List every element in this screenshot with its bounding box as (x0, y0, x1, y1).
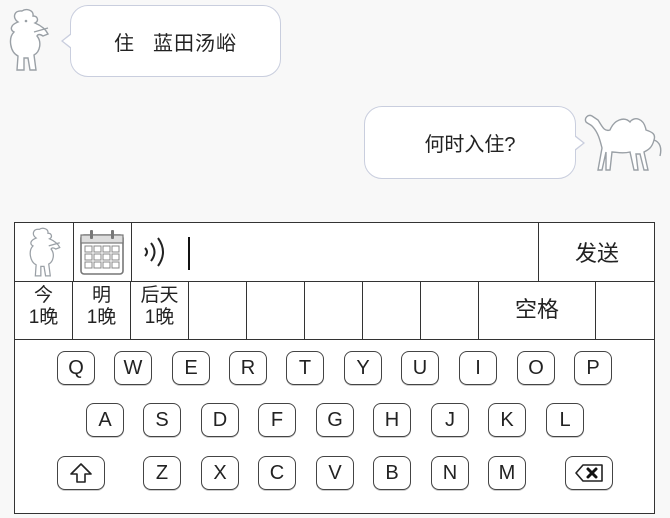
key-n[interactable]: N (431, 456, 469, 490)
key-w[interactable]: W (114, 351, 152, 385)
key-u[interactable]: U (401, 351, 439, 385)
space-button[interactable]: 空格 (479, 281, 596, 339)
candidate-empty-1[interactable] (189, 281, 247, 339)
candidate-bar: 今 1晚 明 1晚 后天 1晚 空格 (15, 281, 654, 340)
bot-button[interactable] (15, 223, 74, 281)
key-y[interactable]: Y (344, 351, 382, 385)
candidate-empty-2[interactable] (247, 281, 305, 339)
key-q[interactable]: Q (57, 351, 95, 385)
shift-arrow-icon (70, 463, 92, 483)
candidate-empty-3[interactable] (305, 281, 363, 339)
backspace-key[interactable] (565, 456, 613, 490)
outgoing-message-text: 何时入住? (424, 134, 516, 156)
key-g[interactable]: G (316, 403, 354, 437)
key-p[interactable]: P (574, 351, 612, 385)
candidate-tomorrow[interactable]: 明 1晚 (73, 281, 131, 339)
key-k[interactable]: K (488, 403, 526, 437)
key-e[interactable]: E (172, 351, 210, 385)
voice-icon[interactable] (141, 235, 175, 269)
incoming-message-bubble: 住蓝田汤峪 (61, 5, 281, 77)
key-v[interactable]: V (316, 456, 354, 490)
input-panel: 发送 今 1晚 明 1晚 后天 1晚 空格 Q W E R T Y U I O … (14, 222, 655, 514)
candidate-label: 今 (33, 285, 53, 306)
key-l[interactable]: L (546, 403, 584, 437)
key-a[interactable]: A (86, 403, 124, 437)
bot-avatar-icon (9, 8, 49, 71)
backspace-icon (575, 464, 603, 482)
text-cursor[interactable] (188, 237, 190, 270)
candidate-sublabel: 1晚 (144, 307, 175, 328)
key-f[interactable]: F (258, 403, 296, 437)
send-button[interactable]: 发送 (538, 223, 655, 281)
candidate-empty-4[interactable] (363, 281, 421, 339)
key-r[interactable]: R (229, 351, 267, 385)
candidate-label: 明 (91, 285, 111, 306)
key-s[interactable]: S (143, 403, 181, 437)
key-x[interactable]: X (201, 456, 239, 490)
outgoing-message-bubble: 何时入住? (364, 106, 585, 179)
candidate-sublabel: 1晚 (28, 307, 59, 328)
message-word-2: 蓝田汤峪 (153, 32, 237, 55)
key-d[interactable]: D (201, 403, 239, 437)
message-word-1: 住 (114, 32, 135, 55)
key-j[interactable]: J (431, 403, 469, 437)
shift-key[interactable] (57, 456, 105, 490)
key-m[interactable]: M (488, 456, 526, 490)
candidate-empty-5[interactable] (421, 281, 479, 339)
candidate-today[interactable]: 今 1晚 (15, 281, 73, 339)
bot-avatar-icon (29, 227, 61, 277)
camel-avatar-icon (584, 114, 662, 171)
key-t[interactable]: T (286, 351, 324, 385)
key-o[interactable]: O (517, 351, 555, 385)
key-z[interactable]: Z (143, 456, 181, 490)
key-b[interactable]: B (373, 456, 411, 490)
candidate-label: 后天 (140, 285, 179, 306)
calendar-icon (80, 230, 124, 275)
candidate-day-after[interactable]: 后天 1晚 (131, 281, 189, 339)
calendar-button[interactable] (73, 223, 132, 281)
key-c[interactable]: C (258, 456, 296, 490)
key-i[interactable]: I (459, 351, 497, 385)
input-bar: 发送 (15, 223, 654, 282)
key-h[interactable]: H (373, 403, 411, 437)
incoming-message-text: 住蓝田汤峪 (114, 27, 237, 56)
candidate-sublabel: 1晚 (86, 307, 117, 328)
